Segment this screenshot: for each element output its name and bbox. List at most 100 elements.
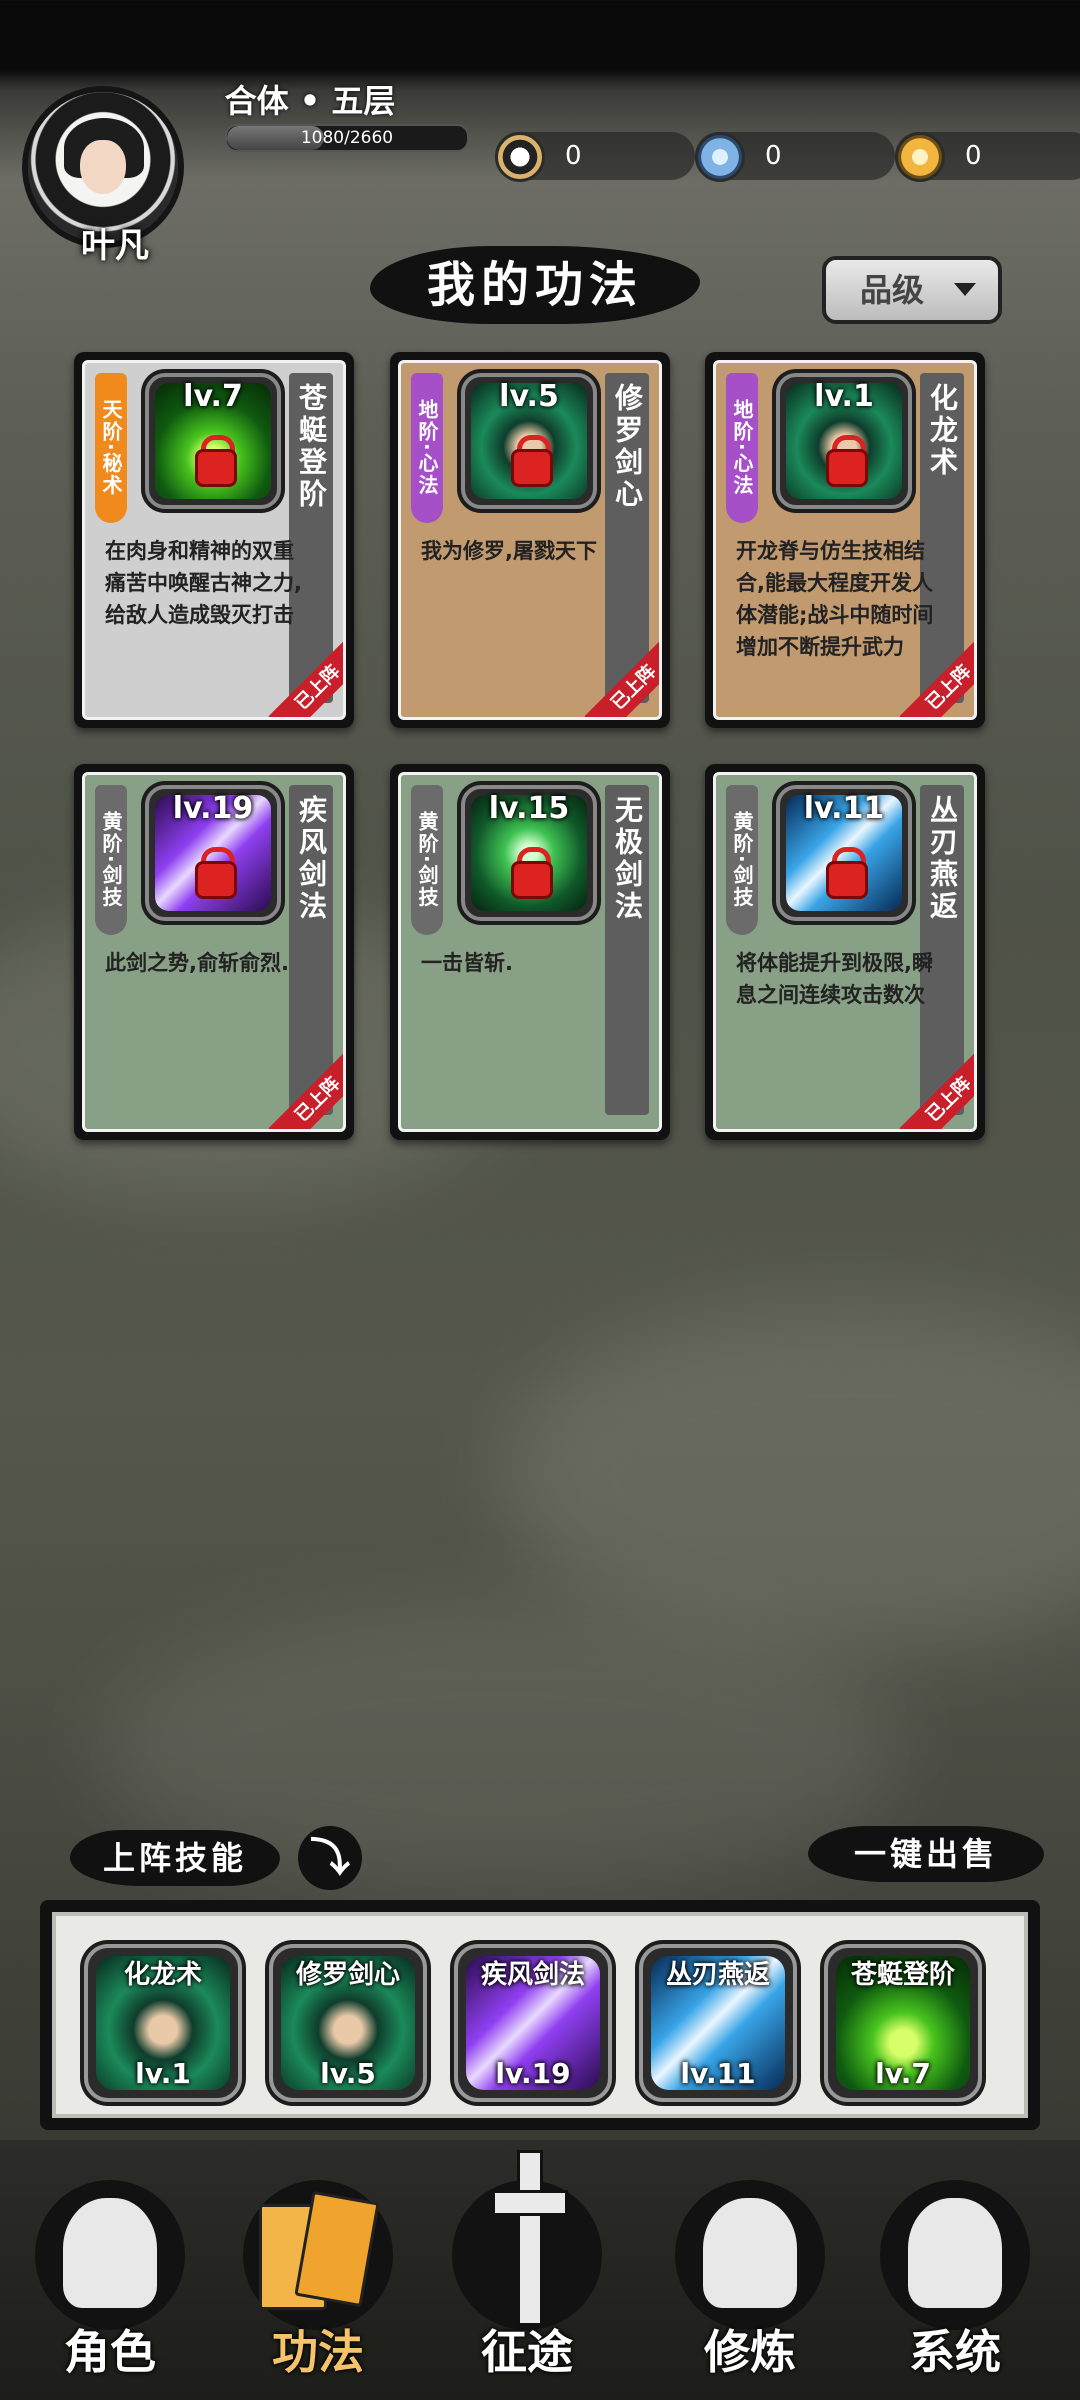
skill-icon: lv.7 <box>145 373 281 509</box>
skill-card-body: 黄阶·剑技 lv.19 疾风剑法 此剑之势,俞斩俞烈. 已上阵 <box>82 772 346 1132</box>
skill-card-body: 地阶·心法 lv.1 化龙术 开龙脊与仿生技相结合,能最大程度开发人体潜能;战斗… <box>713 360 977 720</box>
equipped-slots-tray: 化龙术 lv.1 修罗剑心 lv.5 疾风剑法 lv.19 丛刃燕返 lv.11… <box>52 1912 1028 2118</box>
slot-skill-level: lv.7 <box>875 2057 931 2090</box>
lightning-icon <box>895 132 945 182</box>
nav-role[interactable]: 角色 <box>15 2180 195 2390</box>
skill-card-body: 天阶·秘术 lv.7 苍蜓登阶 在肉身和精神的双重痛苦中唤醒古神之力,给敌人造成… <box>82 360 346 720</box>
grade-tag: 黄阶·剑技 <box>411 785 443 935</box>
hooded-figure-icon <box>63 2198 157 2308</box>
nav-journey[interactable]: 征途 <box>432 2150 612 2390</box>
skill-description: 将体能提升到极限,瞬息之间连续攻击数次 <box>736 951 933 1007</box>
equipped-slots-panel: 化龙术 lv.1 修罗剑心 lv.5 疾风剑法 lv.19 丛刃燕返 lv.11… <box>40 1900 1040 2130</box>
skill-card[interactable]: 黄阶·剑技 lv.19 疾风剑法 此剑之势,俞斩俞烈. 已上阵 <box>74 764 354 1140</box>
exp-text: 1080/2660 <box>300 128 394 148</box>
arrow-down-icon: ⤵ <box>310 1835 350 1881</box>
page-title-banner: 我的功法 <box>370 246 700 324</box>
skill-description: 此剑之势,俞斩俞烈. <box>105 951 289 975</box>
slot-skill-level: lv.1 <box>135 2057 191 2090</box>
bottom-nav: 角色 功法 征途 修炼 系统 <box>0 2140 1080 2400</box>
chevron-down-icon <box>954 283 976 296</box>
lock-icon <box>826 449 868 487</box>
resource-value: 0 <box>965 141 982 171</box>
skill-name: 化龙术 <box>926 383 959 479</box>
slot-skill-name: 疾风剑法 <box>480 1960 585 1990</box>
skill-description: 一击皆斩. <box>421 951 513 975</box>
lock-icon <box>195 861 237 899</box>
skill-icon: lv.1 <box>776 373 912 509</box>
lock-icon <box>511 861 553 899</box>
skill-level: lv.1 <box>814 379 874 414</box>
resource-value: 0 <box>565 141 582 171</box>
skill-card-body: 黄阶·剑技 lv.11 丛刃燕返 将体能提升到极限,瞬息之间连续攻击数次 已上阵 <box>713 772 977 1132</box>
avatar-face <box>80 140 126 194</box>
grade-tag: 黄阶·剑技 <box>95 785 127 935</box>
collapse-button[interactable]: ⤵ <box>298 1826 362 1890</box>
crystal-icon <box>695 132 745 182</box>
grade-tag: 地阶·心法 <box>726 373 758 523</box>
slot-skill-level: lv.5 <box>320 2057 376 2090</box>
grade-tag: 黄阶·剑技 <box>726 785 758 935</box>
equipped-skill-slot[interactable]: 疾风剑法 lv.19 <box>454 1944 612 2102</box>
nav-label: 角色 <box>64 2325 156 2379</box>
sword-emblem-icon <box>492 2150 568 2326</box>
skill-level: lv.15 <box>488 791 570 826</box>
cultivation-realm: 合体 • 五层 <box>224 82 396 120</box>
grade-tag: 天阶·秘术 <box>95 373 127 523</box>
skill-card-body: 黄阶·剑技 lv.15 无极剑法 一击皆斩. <box>398 772 662 1132</box>
character-face-icon <box>908 2198 1002 2308</box>
page-title: 我的功法 <box>426 257 643 313</box>
skill-name: 疾风剑法 <box>295 795 328 923</box>
skill-description: 开龙脊与仿生技相结合,能最大程度开发人体潜能;战斗中随时间增加不断提升武力 <box>736 539 934 659</box>
nav-skills[interactable]: 功法 <box>223 2180 403 2390</box>
resource-yin-yang[interactable]: 0 <box>495 132 695 182</box>
skill-name: 修罗剑心 <box>611 383 644 511</box>
nav-label: 修炼 <box>704 2325 796 2379</box>
skill-name: 丛刃燕返 <box>926 795 959 923</box>
skill-level: lv.7 <box>183 379 243 414</box>
nav-system[interactable]: 系统 <box>860 2180 1040 2390</box>
lock-icon <box>826 861 868 899</box>
nav-label: 征途 <box>481 2325 573 2379</box>
skill-card[interactable]: 黄阶·剑技 lv.11 丛刃燕返 将体能提升到极限,瞬息之间连续攻击数次 已上阵 <box>705 764 985 1140</box>
sort-dropdown[interactable]: 品级 <box>822 256 1002 324</box>
skill-name: 苍蜓登阶 <box>295 383 328 511</box>
book-icon <box>259 2190 380 2314</box>
skill-icon: lv.15 <box>461 785 597 921</box>
lock-icon <box>195 449 237 487</box>
slot-skill-name: 修罗剑心 <box>295 1960 400 1990</box>
skill-icon: lv.19 <box>145 785 281 921</box>
slot-skill-name: 丛刃燕返 <box>665 1960 770 1990</box>
skill-level: lv.19 <box>172 791 254 826</box>
skill-card[interactable]: 地阶·心法 lv.5 修罗剑心 我为修罗,屠戮天下 已上阵 <box>390 352 670 728</box>
nav-cultivate[interactable]: 修炼 <box>655 2180 835 2390</box>
resource-value: 0 <box>765 141 782 171</box>
skill-card[interactable]: 地阶·心法 lv.1 化龙术 开龙脊与仿生技相结合,能最大程度开发人体潜能;战斗… <box>705 352 985 728</box>
player-name: 叶凡 <box>81 226 149 266</box>
skill-level: lv.5 <box>499 379 559 414</box>
grade-tag: 地阶·心法 <box>411 373 443 523</box>
skill-card-body: 地阶·心法 lv.5 修罗剑心 我为修罗,屠戮天下 已上阵 <box>398 360 662 720</box>
equipped-skill-slot[interactable]: 化龙术 lv.1 <box>84 1944 242 2102</box>
equipped-skill-slot[interactable]: 丛刃燕返 lv.11 <box>639 1944 797 2102</box>
nav-label: 系统 <box>909 2325 1001 2379</box>
meditation-icon <box>703 2198 797 2308</box>
resource-energy[interactable]: 0 <box>895 132 1080 182</box>
top-bar: 叶凡 合体 • 五层 1080/2660 0 0 0 <box>0 70 1080 266</box>
yin-yang-icon <box>495 132 545 182</box>
skill-icon: lv.11 <box>776 785 912 921</box>
equipped-skill-slot[interactable]: 苍蜓登阶 lv.7 <box>824 1944 982 2102</box>
skill-level: lv.11 <box>803 791 885 826</box>
skill-name: 无极剑法 <box>611 795 644 923</box>
skill-icon: lv.5 <box>461 373 597 509</box>
nav-label: 功法 <box>272 2325 364 2379</box>
lock-icon <box>511 449 553 487</box>
slot-skill-name: 化龙术 <box>123 1960 202 1990</box>
sort-label: 品级 <box>860 271 925 309</box>
skill-description: 我为修罗,屠戮天下 <box>421 539 597 563</box>
skill-card[interactable]: 天阶·秘术 lv.7 苍蜓登阶 在肉身和精神的双重痛苦中唤醒古神之力,给敌人造成… <box>74 352 354 728</box>
skill-card[interactable]: 黄阶·剑技 lv.15 无极剑法 一击皆斩. <box>390 764 670 1140</box>
resource-crystal[interactable]: 0 <box>695 132 895 182</box>
sell-all-button[interactable]: 一键出售 <box>808 1826 1044 1882</box>
equipped-skill-slot[interactable]: 修罗剑心 lv.5 <box>269 1944 427 2102</box>
slot-skill-level: lv.11 <box>680 2057 756 2090</box>
